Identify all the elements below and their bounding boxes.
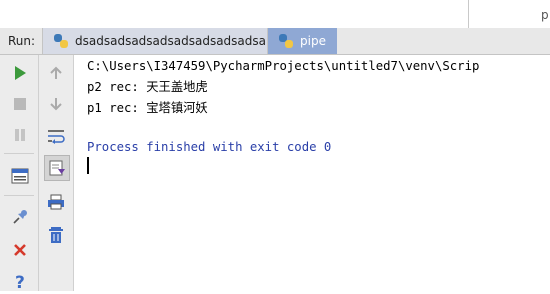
svg-text:?: ?	[15, 273, 25, 292]
run-toolbar-left: ?	[0, 55, 39, 294]
run-label: Run:	[8, 34, 36, 48]
layout-icon[interactable]	[8, 164, 32, 188]
help-icon[interactable]: ?	[8, 270, 32, 294]
top-partial-text: p	[541, 8, 549, 22]
run-tab-bar: Run: dsadsadsadsadsadsadsadsadsa pipe	[0, 28, 550, 55]
console-command-line: C:\Users\I347459\PycharmProjects\untitle…	[87, 59, 480, 73]
toolbar-separator	[4, 195, 34, 196]
console-output-line: p2 rec: 天王盖地虎	[87, 80, 208, 94]
down-arrow-icon[interactable]	[44, 92, 68, 116]
console-output-line: p1 rec: 宝塔镇河妖	[87, 101, 208, 115]
up-arrow-icon[interactable]	[44, 61, 68, 85]
soft-wrap-icon[interactable]	[44, 124, 68, 148]
process-finished-line: Process finished with exit code 0	[87, 140, 332, 154]
trash-icon[interactable]	[44, 223, 68, 247]
text-caret	[87, 157, 89, 174]
editor-top-strip: p	[0, 0, 550, 29]
rerun-icon[interactable]	[8, 61, 32, 85]
pause-icon[interactable]	[8, 123, 32, 147]
python-icon	[53, 33, 69, 49]
tab-label: pipe	[300, 34, 326, 48]
tab-label: dsadsadsadsadsadsadsadsadsa	[75, 34, 267, 48]
toolbar-separator	[4, 153, 34, 154]
stop-icon[interactable]	[8, 92, 32, 116]
console-output[interactable]: C:\Users\I347459\PycharmProjects\untitle…	[74, 55, 550, 291]
tab-dsadsadsa[interactable]: dsadsadsadsadsadsadsadsadsa	[42, 28, 268, 54]
print-icon[interactable]	[44, 190, 68, 214]
scroll-to-end-icon[interactable]	[44, 155, 70, 181]
top-divider	[468, 0, 469, 28]
pin-icon[interactable]	[8, 205, 32, 229]
close-icon[interactable]	[8, 238, 32, 262]
console-toolbar	[39, 55, 74, 291]
python-icon	[278, 33, 294, 49]
tab-pipe[interactable]: pipe	[268, 28, 337, 54]
